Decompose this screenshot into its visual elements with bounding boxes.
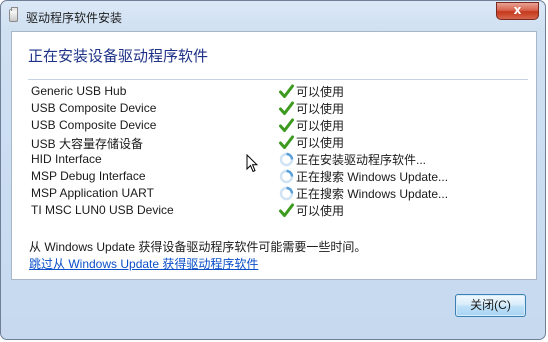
page-title: 正在安装设备驱动程序软件	[28, 48, 209, 65]
device-name: MSP Debug Interface	[31, 169, 146, 183]
device-row: Generic USB Hub 可以使用	[31, 83, 511, 100]
status-text: 可以使用	[296, 204, 345, 218]
device-name: USB Composite Device	[31, 118, 157, 132]
device-row: USB Composite Device 可以使用	[31, 100, 511, 117]
device-name: MSP Application UART	[31, 186, 154, 200]
spinner-icon	[279, 186, 294, 201]
content-panel: 正在安装设备驱动程序软件 Generic USB Hub 可以使用 USB Co…	[11, 31, 537, 280]
device-status: 可以使用	[279, 117, 344, 134]
info-note: 从 Windows Update 获得设备驱动程序软件可能需要一些时间。	[29, 240, 367, 254]
app-icon	[9, 7, 18, 22]
status-text: 正在搜索 Windows Update...	[296, 170, 449, 184]
status-text: 可以使用	[296, 102, 345, 116]
skip-windows-update-link[interactable]: 跳过从 Windows Update 获得驱动程序软件	[29, 255, 258, 272]
device-name: TI MSC LUN0 USB Device	[31, 203, 174, 217]
device-status: 正在搜索 Windows Update...	[279, 185, 448, 202]
device-name: Generic USB Hub	[31, 84, 127, 98]
device-status: 可以使用	[279, 100, 344, 117]
status-text: 正在安装驱动程序软件...	[296, 153, 427, 167]
check-icon	[279, 118, 294, 133]
device-name: USB Composite Device	[31, 101, 157, 115]
divider	[28, 79, 528, 80]
device-row: HID Interface 正在安装驱动程序软件...	[31, 151, 511, 168]
device-row: USB Composite Device 可以使用	[31, 117, 511, 134]
check-icon	[279, 203, 294, 218]
installer-window: 驱动程序软件安装 x 正在安装设备驱动程序软件 Generic USB Hub …	[0, 0, 546, 340]
status-text: 正在搜索 Windows Update...	[296, 187, 449, 201]
device-status: 正在搜索 Windows Update...	[279, 168, 448, 185]
check-icon	[279, 101, 294, 116]
close-button[interactable]: 关闭(C)	[455, 294, 526, 317]
device-row: MSP Debug Interface 正在搜索 Windows Update.…	[31, 168, 511, 185]
status-text: 可以使用	[296, 85, 345, 99]
device-status: 可以使用	[279, 134, 344, 151]
spinner-icon	[279, 152, 294, 167]
device-status: 可以使用	[279, 83, 344, 100]
device-status: 可以使用	[279, 202, 344, 219]
spinner-icon	[279, 169, 294, 184]
status-text: 可以使用	[296, 119, 345, 133]
device-name: HID Interface	[31, 152, 102, 166]
check-icon	[279, 84, 294, 99]
device-list: Generic USB Hub 可以使用 USB Composite Devic…	[31, 83, 511, 219]
window-title: 驱动程序软件安装	[26, 11, 123, 25]
title-bar[interactable]: 驱动程序软件安装 x	[1, 1, 545, 31]
device-row: MSP Application UART 正在搜索 Windows Update…	[31, 185, 511, 202]
window-close-button[interactable]: x	[496, 2, 539, 20]
device-name: USB 大容量存储设备	[31, 137, 144, 151]
mouse-cursor-icon	[246, 154, 258, 173]
device-row: USB 大容量存储设备 可以使用	[31, 134, 511, 151]
status-text: 可以使用	[296, 136, 345, 150]
device-status: 正在安装驱动程序软件...	[279, 151, 426, 168]
check-icon	[279, 135, 294, 150]
device-row: TI MSC LUN0 USB Device 可以使用	[31, 202, 511, 219]
